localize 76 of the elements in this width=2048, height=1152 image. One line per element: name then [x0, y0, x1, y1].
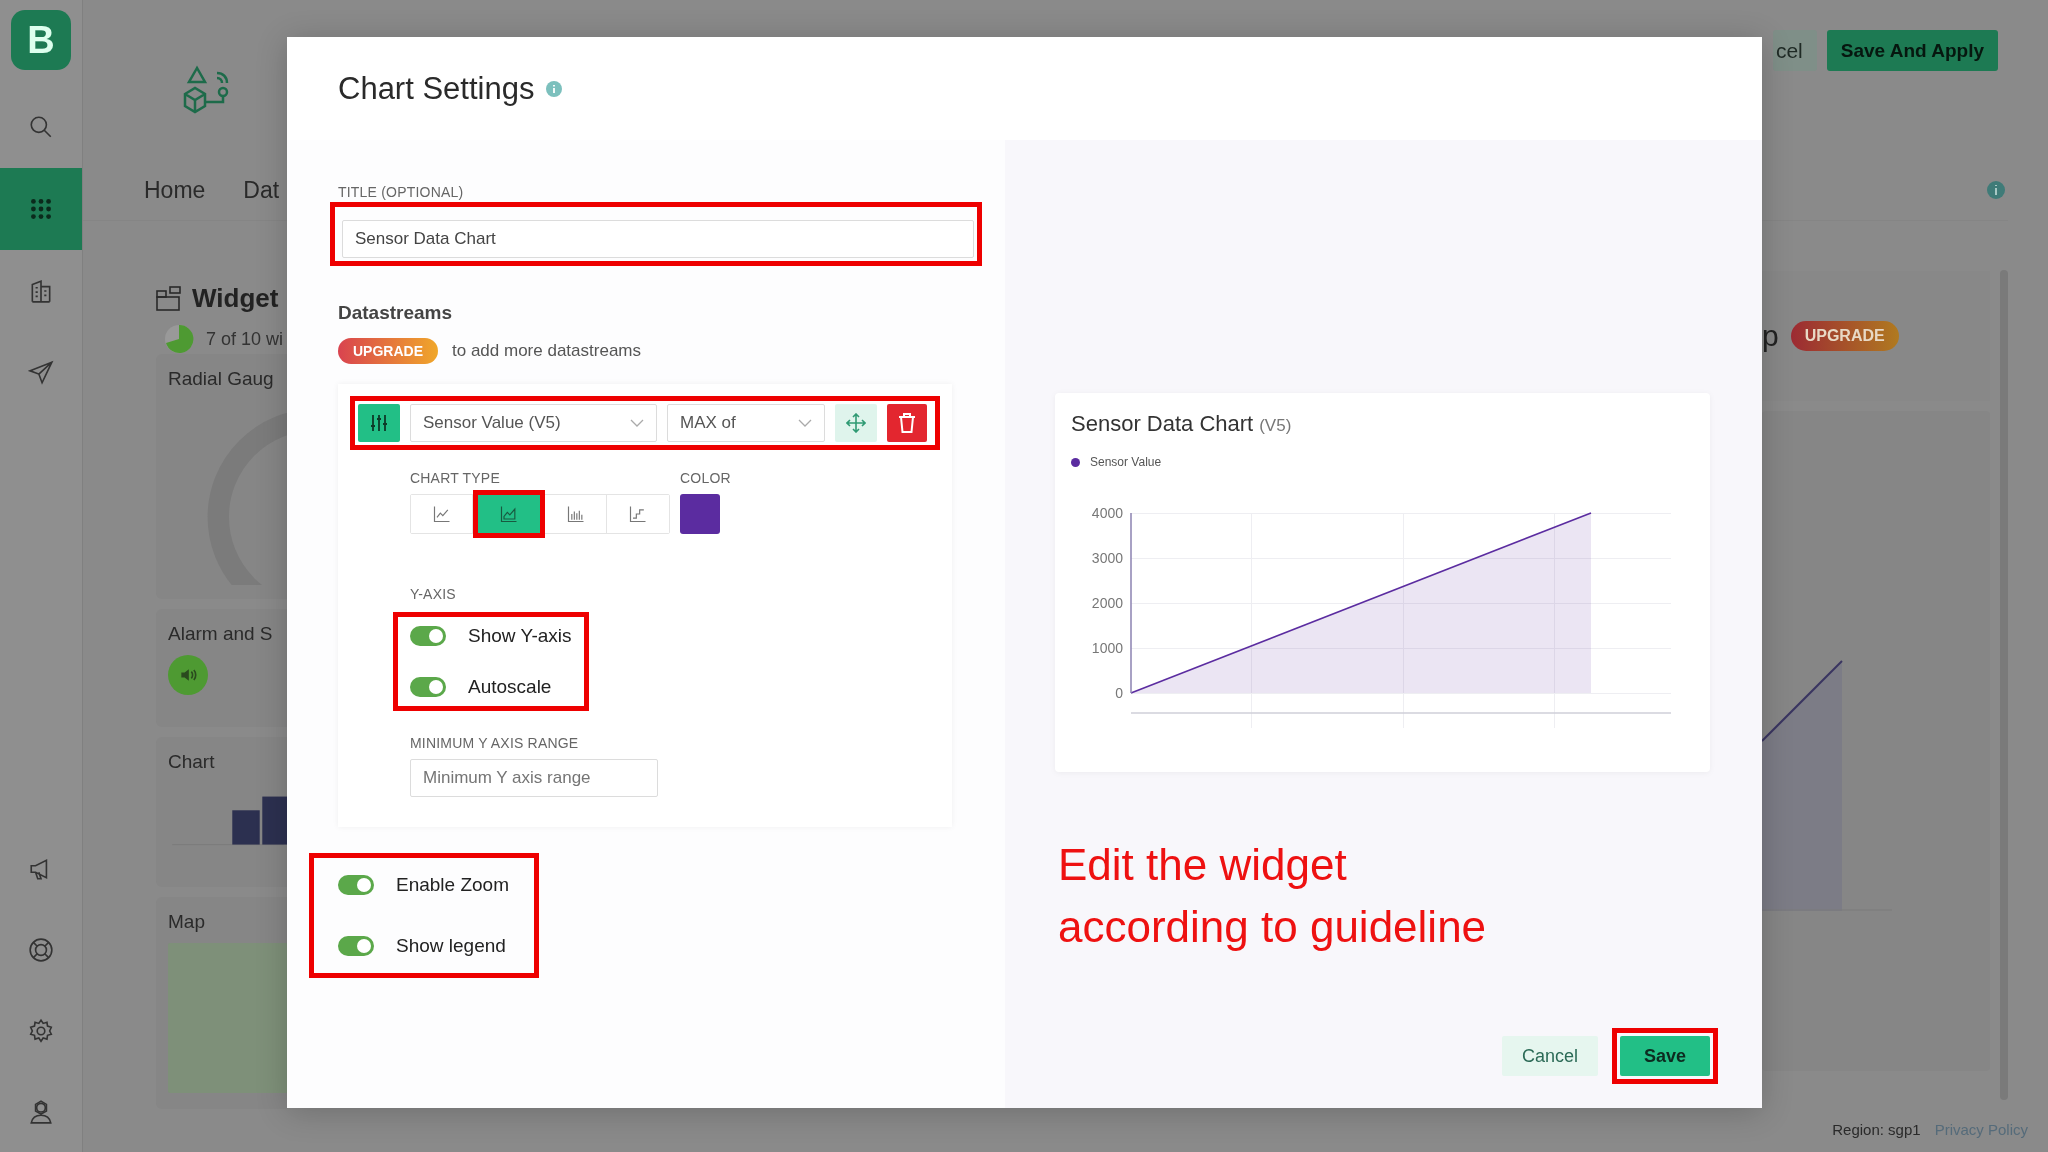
- upgrade-badge[interactable]: UPGRADE: [1790, 321, 1899, 351]
- paper-plane-icon: [28, 360, 54, 386]
- field-label: Y-AXIS: [410, 586, 457, 602]
- color-swatch[interactable]: [680, 494, 720, 534]
- user-icon: [28, 1098, 54, 1125]
- datastream-select[interactable]: Sensor Value (V5): [410, 404, 657, 442]
- toggle-label: Show legend: [396, 935, 506, 957]
- widgets-heading: Widget: [192, 283, 279, 314]
- chart-type-button[interactable]: [411, 495, 473, 533]
- grid-icon: [28, 196, 54, 222]
- area-chart-icon: [499, 504, 519, 524]
- widget-card[interactable]: Map: [156, 897, 288, 1109]
- toggle-label: Enable Zoom: [396, 874, 509, 896]
- annotation-text: Edit the widget according to guideline: [1058, 839, 1488, 953]
- cancel-button[interactable]: cel: [1772, 30, 1817, 71]
- field-label: COLOR: [680, 470, 731, 486]
- info-icon[interactable]: [1986, 180, 2006, 200]
- widget-title: p: [1762, 319, 1779, 353]
- field-label: MINIMUM Y AXIS RANGE: [410, 735, 580, 751]
- drag-handle[interactable]: [835, 404, 877, 442]
- region-label: Region: sgp1: [1832, 1121, 1921, 1138]
- trash-icon: [898, 413, 916, 433]
- toggle-label: Show Y-axis: [468, 625, 572, 647]
- toggle-switch[interactable]: [410, 677, 446, 697]
- field-label: TITLE (OPTIONAL): [338, 184, 465, 200]
- toggle-label: Autoscale: [468, 676, 552, 698]
- cancel-button[interactable]: Cancel: [1501, 1036, 1598, 1076]
- move-arrows-icon: [846, 413, 866, 433]
- y-tick-label: 3000: [1091, 549, 1123, 566]
- toggle-switch[interactable]: [338, 936, 374, 956]
- section-heading: Datastreams: [338, 302, 454, 324]
- nav-tab[interactable]: Dat: [243, 176, 280, 204]
- save-button[interactable]: Save: [1619, 1036, 1710, 1076]
- toggle-switch[interactable]: [410, 626, 446, 646]
- speaker-button[interactable]: [168, 655, 208, 695]
- settings-button[interactable]: [358, 404, 400, 442]
- lifebuoy-icon: [28, 936, 54, 963]
- settings-icon: [28, 1017, 54, 1044]
- widget-title: Alarm and S: [168, 623, 274, 645]
- min-range-input-field[interactable]: Minimum Y axis range: [410, 759, 658, 797]
- step-chart-icon: [628, 504, 648, 524]
- delete-button[interactable]: [887, 404, 927, 442]
- chevron-down-icon: [630, 418, 644, 428]
- usage-pie-icon: [164, 324, 194, 354]
- info-icon[interactable]: [546, 80, 563, 97]
- chart-title: Sensor Data Chart: [1071, 411, 1254, 437]
- widget-count: 7 of 10 wi: [206, 328, 284, 350]
- sliders-icon: [369, 413, 389, 433]
- y-tick-label: 1000: [1091, 639, 1123, 656]
- y-tick-label: 2000: [1091, 594, 1123, 611]
- app-logo[interactable]: B: [11, 10, 71, 70]
- save-and-apply-button[interactable]: Save And Apply: [1826, 30, 1998, 71]
- widget-title: Radial Gaug: [168, 368, 275, 390]
- upgrade-badge[interactable]: UPGRADE: [338, 338, 438, 364]
- line-chart-icon: [431, 504, 452, 524]
- aggregation-select[interactable]: MAX of: [667, 404, 825, 442]
- nav-tab[interactable]: Home: [144, 176, 206, 204]
- title-input-field[interactable]: Sensor Data Chart: [342, 220, 974, 258]
- toggle-switch[interactable]: [338, 875, 374, 895]
- sidebar-item[interactable]: [0, 168, 82, 250]
- bar-chart-icon: [565, 504, 586, 524]
- legend-label: Sensor Value: [1090, 455, 1162, 469]
- widget-title: Map: [168, 911, 206, 933]
- widget-card[interactable]: Radial Gaug: [156, 354, 288, 599]
- field-label: CHART TYPE: [410, 470, 501, 486]
- upgrade-note: to add more datastreams: [452, 341, 641, 361]
- widgets-icon: [156, 285, 182, 312]
- chevron-down-icon: [798, 418, 812, 428]
- y-tick-label: 0: [1115, 684, 1123, 701]
- widget-title: Chart: [168, 751, 216, 773]
- search-icon: [28, 114, 54, 140]
- widget-card[interactable]: Chart: [156, 737, 288, 887]
- dialog-title: Chart Settings: [338, 70, 535, 107]
- pin-label: (V5): [1259, 416, 1292, 436]
- y-tick-label: 4000: [1091, 504, 1123, 521]
- widget-card[interactable]: Alarm and S: [156, 609, 288, 727]
